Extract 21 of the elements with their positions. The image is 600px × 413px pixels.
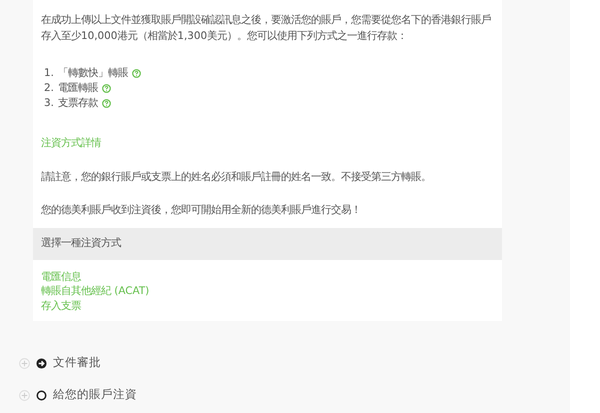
step-label: 文件審批 [53,354,101,372]
list-number: 1. [44,66,54,81]
step-label: 給您的賬戶注資 [53,386,137,404]
expand-icon[interactable] [19,358,30,369]
help-icon[interactable] [102,99,111,108]
method-header-text: 選擇一種注資方式 [41,236,121,251]
method-link[interactable]: 電匯信息 [41,270,81,284]
method-link[interactable]: 存入支票 [41,298,81,314]
note-paragraph: 您的德美利賬戶收到注資後，您即可開始用全新的德美利賬戶進行交易！ [41,202,362,218]
help-icon[interactable] [132,69,141,78]
intro-paragraph: 在成功上傳以上文件並獲取賬戶開設確認訊息之後，要激活您的賬戶，您需要從您名下的香港銀行賬戶存入至少10,000港元（相當於1,300美元）。您可以使用下列方式之一進行存款： [41,13,492,44]
list-number: 3. [44,96,54,111]
details-link[interactable]: 注資方式詳情 [41,137,101,149]
note-paragraph: 請註意，您的銀行賬戶或支票上的姓名必須和賬戶註冊的姓名一致。不接受第三方轉賬。 [41,170,432,185]
list-item-text: 「轉數快」轉賬 [58,66,128,81]
list-number: 2. [44,81,54,96]
list-item-text: 支票存款 [58,96,98,111]
expand-icon[interactable] [19,390,30,401]
method-link[interactable]: 轉賬自其他經紀 (ACAT) [41,284,150,299]
list-item-text: 電匯轉賬 [58,81,98,96]
help-icon[interactable] [102,84,111,93]
